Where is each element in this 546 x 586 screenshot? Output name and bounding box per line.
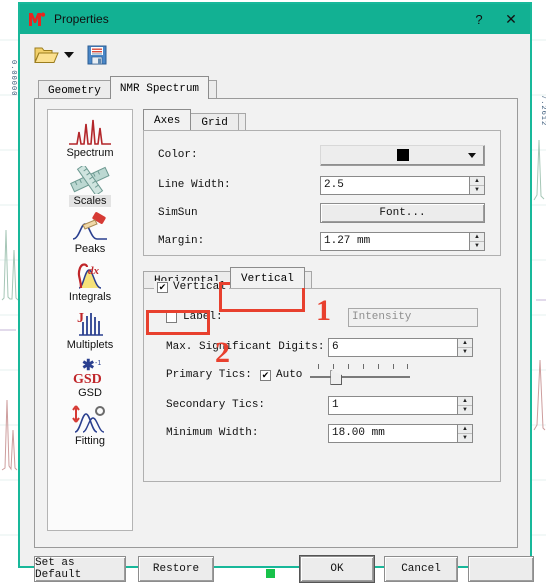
sidebar-item-fitting[interactable]: Fitting (48, 404, 132, 447)
slider-track[interactable] (310, 376, 411, 378)
sidebar-item-peaks[interactable]: Peaks (48, 212, 132, 255)
ruler-icon (67, 164, 113, 194)
max-significant-digits-row: Max. Significant Digits: 6 ▲ ▼ (152, 335, 492, 359)
margin-input[interactable]: 1.27 mm (320, 231, 470, 251)
color-row: Color: (144, 143, 500, 167)
secondary-tics-row: Secondary Tics: 1 ▲ ▼ (152, 393, 492, 417)
mnova-m-logo-icon (28, 11, 46, 27)
minimum-width-row: Minimum Width: 18.00 mm ▲ ▼ (152, 421, 492, 445)
line-width-stepper[interactable]: ▲ ▼ (470, 175, 485, 195)
max-significant-digits-label: Max. Significant Digits: (166, 341, 325, 353)
dialog-titlebar[interactable]: Properties ? ✕ (20, 4, 530, 34)
sidebar-item-multiplets[interactable]: J Multiplets (48, 308, 132, 351)
max-significant-digits-stepper[interactable]: ▲ ▼ (458, 337, 473, 357)
sidebar-item-label: Multiplets (66, 339, 114, 351)
sidebar-item-label: Scales (69, 195, 111, 207)
secondary-tics-input[interactable]: 1 (328, 395, 458, 415)
properties-dialog: Properties ? ✕ Geometry NMR Spectrum Spe… (18, 2, 534, 582)
dialog-footer: Set as Default Restore OK Cancel (34, 556, 534, 586)
checkbox-box[interactable] (260, 369, 271, 381)
background-right-axis-label: 7.2612 (539, 95, 546, 127)
save-button[interactable] (86, 44, 108, 66)
open-folder-button[interactable] (34, 44, 74, 66)
sidebar-item-integrals[interactable]: dx Integrals (48, 260, 132, 303)
chevron-down-icon[interactable] (64, 52, 74, 58)
tab-axes[interactable]: Axes (143, 109, 192, 130)
svg-text:dx: dx (88, 265, 100, 277)
sidebar-item-label: Peaks (74, 243, 106, 255)
background-left-axis-label: 0.00000 (9, 60, 17, 97)
integral-icon: dx (67, 260, 113, 290)
sidebar-item-label: Integrals (68, 291, 112, 303)
multiplet-icon: J (67, 308, 113, 338)
minimum-width-stepper[interactable]: ▲ ▼ (458, 423, 473, 443)
primary-tics-slider[interactable] (310, 364, 411, 386)
primary-tics-auto-checkbox[interactable]: Auto (260, 369, 302, 381)
cancel-button[interactable]: Cancel (384, 556, 458, 582)
color-combobox[interactable] (320, 144, 485, 166)
ok-button[interactable]: OK (300, 556, 374, 582)
close-button[interactable]: ✕ (498, 6, 524, 32)
spectrum-icon (67, 116, 113, 146)
primary-tics-auto-label: Auto (276, 369, 303, 381)
scales-tabs: Axes Grid (143, 109, 246, 132)
dialog-title: Properties (54, 12, 109, 26)
tab-nmr-spectrum[interactable]: NMR Spectrum (109, 76, 210, 99)
font-row: SimSun Font... (144, 201, 500, 225)
screen: 0.00000 7.2612 Properties ? ✕ Geometry N… (0, 0, 546, 582)
category-sidebar: Spectrum Scales Peaks dx Integrals J Mul… (47, 109, 133, 531)
dialog-toolbar (20, 34, 530, 72)
slider-ticks (310, 364, 410, 371)
svg-text:GSD: GSD (73, 372, 102, 386)
minimum-width-input[interactable]: 18.00 mm (328, 423, 458, 443)
minimum-width-label: Minimum Width: (166, 427, 259, 439)
primary-tics-label: Primary Tics: (166, 369, 252, 381)
color-swatch (396, 149, 409, 161)
annotation-number-1: 1 (316, 294, 331, 327)
resize-handle[interactable] (266, 569, 275, 578)
sidebar-item-spectrum[interactable]: Spectrum (48, 116, 132, 159)
axis-label-input[interactable]: Intensity (348, 307, 478, 327)
font-button[interactable]: Font... (320, 203, 485, 223)
main-tabs: Geometry NMR Spectrum (38, 76, 218, 101)
margin-label: Margin: (158, 235, 205, 247)
vertical-enable-label: Vertical (173, 281, 226, 293)
chevron-down-icon (468, 152, 476, 158)
font-name-label: SimSun (158, 207, 198, 219)
checkbox-box[interactable] (157, 281, 168, 293)
secondary-tics-label: Secondary Tics: (166, 399, 266, 411)
nmr-spectrum-page: Spectrum Scales Peaks dx Integrals J Mul… (34, 98, 518, 548)
line-width-label: Line Width: (158, 179, 231, 191)
margin-stepper[interactable]: ▲ ▼ (470, 231, 485, 251)
line-width-row: Line Width: 2.5 ▲ ▼ (144, 173, 500, 197)
fitting-icon (67, 404, 113, 434)
gsd-icon: ✱ -1 GSD (67, 356, 113, 386)
sidebar-item-label: Spectrum (66, 147, 114, 159)
primary-tics-row: Primary Tics: Auto (152, 363, 492, 387)
annotation-number-2: 2 (215, 336, 230, 369)
sidebar-item-scales[interactable]: Scales (48, 164, 132, 207)
peak-pick-icon (67, 212, 113, 242)
color-label: Color: (158, 149, 198, 161)
sidebar-item-label: Fitting (75, 435, 105, 447)
save-floppy-icon (87, 45, 107, 65)
max-significant-digits-input[interactable]: 6 (328, 337, 458, 357)
line-width-input[interactable]: 2.5 (320, 175, 470, 195)
set-as-default-button[interactable]: Set as Default (34, 556, 126, 582)
extra-button[interactable] (468, 556, 534, 582)
sidebar-item-label: GSD (78, 387, 102, 399)
annotation-box-vertical-checkbox (146, 310, 210, 335)
restore-button[interactable]: Restore (138, 556, 214, 582)
vertical-enable-checkbox[interactable]: Vertical (154, 281, 229, 293)
tab-vertical[interactable]: Vertical (230, 267, 305, 288)
svg-text:-1: -1 (95, 360, 101, 367)
sidebar-item-gsd[interactable]: ✱ -1 GSD GSD (48, 356, 132, 399)
margin-row: Margin: 1.27 mm ▲ ▼ (144, 229, 500, 253)
slider-handle[interactable] (330, 370, 343, 385)
help-button[interactable]: ? (466, 6, 492, 32)
axes-group: Color: Line Width: 2.5 ▲ ▼ SimSun Font..… (143, 130, 501, 256)
open-folder-icon (34, 47, 59, 63)
secondary-tics-stepper[interactable]: ▲ ▼ (458, 395, 473, 415)
